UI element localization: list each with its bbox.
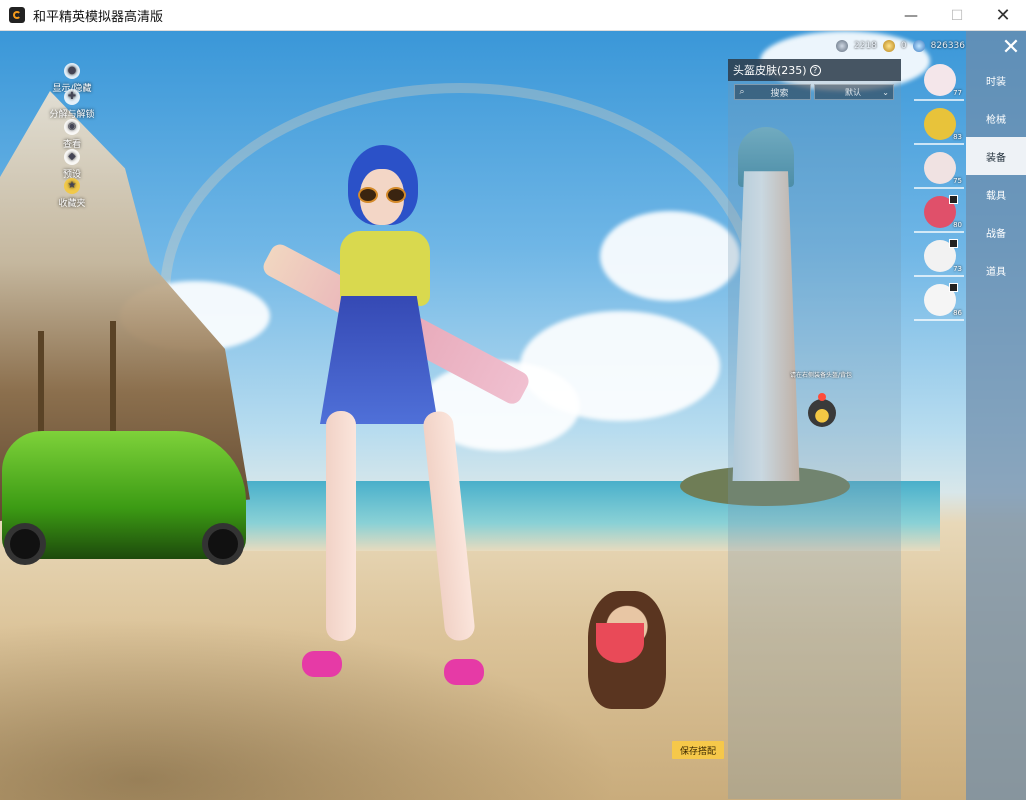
- badge-icon: [949, 283, 958, 292]
- helmet-preview: [806, 393, 838, 431]
- category-items[interactable]: 道具: [966, 251, 1026, 289]
- badge-icon: [949, 239, 958, 248]
- title-bar: 和平精英模拟器高清版 — ☐ ✕: [0, 0, 1026, 31]
- minimize-button[interactable]: —: [888, 0, 934, 31]
- character-shoe: [302, 651, 342, 677]
- search-row: ⌕ 搜索 默认 ⌄: [734, 84, 894, 100]
- palm-tree: [110, 321, 116, 431]
- helmet-icon: [808, 399, 836, 427]
- cloud: [600, 211, 740, 301]
- car-wheel: [4, 523, 46, 565]
- skin-thumbnail[interactable]: 75: [914, 149, 964, 189]
- category-weapons[interactable]: 枪械: [966, 99, 1026, 137]
- sort-dropdown[interactable]: 默认 ⌄: [814, 84, 894, 100]
- skin-thumbnail[interactable]: 77: [914, 61, 964, 101]
- equip-hint: 请在右侧装备头盔/背包: [790, 372, 853, 379]
- close-panel-button[interactable]: ✕: [998, 37, 1024, 59]
- chevron-down-icon: ⌄: [882, 87, 889, 97]
- silver-coin-icon: [836, 40, 848, 52]
- app-logo-icon: [9, 7, 25, 23]
- category-equipment[interactable]: 装备: [966, 137, 1026, 175]
- window-title: 和平精英模拟器高清版: [33, 9, 164, 25]
- preset-icon: ◆: [64, 149, 80, 165]
- eye-icon: ◉: [64, 119, 80, 135]
- search-input[interactable]: ⌕ 搜索: [734, 84, 811, 100]
- gold-amount: 0: [900, 41, 907, 51]
- blue-amount: 826336: [930, 41, 965, 51]
- green-sports-car: [2, 431, 246, 565]
- quick-action-decompose[interactable]: ✚ 分解与解锁: [46, 89, 98, 120]
- quick-action-view[interactable]: ◉ 查看: [46, 119, 98, 150]
- panel-header: 头盔皮肤(235) ?: [728, 59, 901, 81]
- category-vehicles[interactable]: 载具: [966, 175, 1026, 213]
- character-top: [340, 231, 430, 306]
- save-outfit-button[interactable]: 保存搭配: [672, 741, 724, 759]
- silver-amount: 2218: [854, 41, 877, 51]
- panel-title: 头盔皮肤(235): [733, 64, 807, 77]
- car-wheel: [202, 523, 244, 565]
- skin-thumbnail[interactable]: 80: [914, 193, 964, 233]
- game-scene: 2218 0 826336 ● 显示/隐藏 ✚ 分解与解锁 ◉ 查看 ◆ 预设 …: [0, 31, 1026, 800]
- character-leg: [326, 411, 356, 641]
- character-shoe: [444, 659, 484, 685]
- badge-icon: [949, 195, 958, 204]
- rabbit-helmet-icon: [924, 64, 956, 96]
- user-icon: ●: [64, 63, 80, 79]
- character-glasses: [358, 187, 406, 203]
- helmet-tassel: [818, 393, 826, 401]
- currency-bar: 2218 0 826336: [836, 39, 965, 53]
- skin-thumbnail[interactable]: 83: [914, 105, 964, 145]
- favorite-icon: ★: [64, 178, 80, 194]
- category-fashion[interactable]: 时装: [966, 61, 1026, 99]
- monkey-bib: [596, 623, 644, 663]
- yellow-helmet-icon: [924, 108, 956, 140]
- skin-thumbnail[interactable]: 86: [914, 281, 964, 321]
- help-icon[interactable]: ?: [809, 64, 821, 76]
- gold-coin-icon: [882, 40, 895, 52]
- app-window: 和平精英模拟器高清版 — ☐ ✕ 2218 0 826336 ● ✚ 分解与解锁…: [0, 0, 1026, 800]
- close-window-button[interactable]: ✕: [980, 0, 1026, 31]
- skin-thumbnail[interactable]: 73: [914, 237, 964, 277]
- quick-action-favorite[interactable]: ★ 收藏夹: [46, 178, 98, 209]
- white-helmet-icon: [924, 152, 956, 184]
- maximize-button[interactable]: ☐: [934, 0, 980, 31]
- diamond-icon: [912, 40, 925, 52]
- search-icon: ⌕: [739, 87, 745, 97]
- skin-thumbnail-list: 77 83 75 80 73 86: [914, 61, 966, 325]
- category-combat[interactable]: 战备: [966, 213, 1026, 251]
- decompose-icon: ✚: [64, 89, 80, 105]
- quick-action-preset[interactable]: ◆ 预设: [46, 149, 98, 180]
